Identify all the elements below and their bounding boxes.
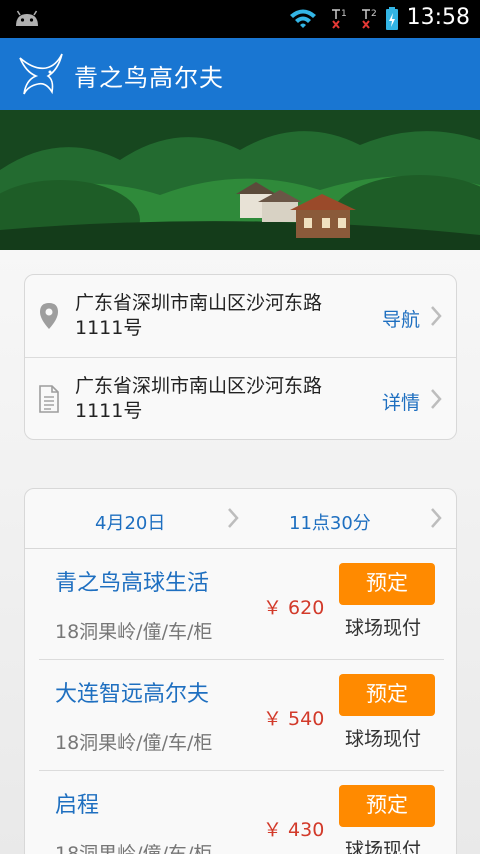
chevron-right-icon (431, 389, 442, 409)
banner-image (0, 110, 480, 250)
app-bar: 青之鸟高尔夫 (0, 38, 480, 110)
course-desc: 18洞果岭/僮/车/柜 (55, 843, 213, 854)
course-price: ￥ 430 (263, 819, 325, 841)
book-button[interactable]: 预定 (339, 674, 435, 716)
status-bar: 1 2 13:58 (0, 0, 480, 38)
navigate-link[interactable]: 导航 (382, 305, 420, 332)
sim2-label: 2 (371, 9, 377, 19)
status-time: 13:58 (406, 5, 470, 30)
time-picker[interactable]: 11点30分 (289, 509, 371, 535)
course-desc: 18洞果岭/僮/车/柜 (55, 621, 213, 643)
pay-method: 球场现付 (345, 617, 422, 639)
chevron-right-icon[interactable] (227, 507, 239, 529)
book-button[interactable]: 预定 (339, 785, 435, 827)
signal-2-icon: 2 (362, 9, 377, 29)
app-title: 青之鸟高尔夫 (74, 64, 224, 92)
pay-method: 球场现付 (345, 728, 422, 750)
pay-method: 球场现付 (345, 839, 422, 854)
detail-link[interactable]: 详情 (382, 388, 420, 415)
booking-card: 4月20日 11点30分 青之鸟高球生活 18洞果岭/僮/车/柜 ￥ 620 预… (24, 488, 457, 854)
course-name: 青之鸟高球生活 (55, 571, 210, 596)
document-icon (39, 385, 59, 413)
sim1-label: 1 (341, 9, 347, 19)
location-pin-icon (40, 303, 58, 329)
bird-logo-icon (19, 53, 63, 95)
signal-1-icon: 1 (332, 9, 347, 29)
course-price: ￥ 540 (263, 708, 325, 730)
chevron-right-icon[interactable] (430, 507, 442, 529)
course-price: ￥ 620 (263, 597, 325, 619)
list-item[interactable]: 青之鸟高球生活 18洞果岭/僮/车/柜 ￥ 620 预定 球场现付 (39, 549, 444, 660)
location-card: 广东省深圳市南山区沙河东路1111号 导航 广东省深圳市南山区沙河东路1111号… (24, 274, 457, 440)
address-text: 广东省深圳市南山区沙河东路1111号 (75, 292, 323, 339)
list-item[interactable]: 大连智远高尔夫 18洞果岭/僮/车/柜 ￥ 540 预定 球场现付 (39, 660, 444, 771)
android-icon (16, 10, 38, 26)
list-item[interactable]: 启程 18洞果岭/僮/车/柜 ￥ 430 预定 球场现付 (39, 771, 444, 854)
detail-text: 广东省深圳市南山区沙河东路1111号 (75, 375, 323, 422)
chevron-right-icon (431, 306, 442, 326)
course-desc: 18洞果岭/僮/车/柜 (55, 732, 213, 754)
address-row[interactable]: 广东省深圳市南山区沙河东路1111号 导航 (25, 275, 456, 358)
detail-row[interactable]: 广东省深圳市南山区沙河东路1111号 详情 (25, 358, 456, 441)
date-time-selector: 4月20日 11点30分 (25, 489, 456, 549)
date-picker[interactable]: 4月20日 (95, 509, 165, 535)
wifi-icon (290, 9, 316, 28)
course-name: 启程 (55, 793, 100, 818)
book-button[interactable]: 预定 (339, 563, 435, 605)
course-name: 大连智远高尔夫 (55, 682, 210, 707)
battery-charging-icon (386, 7, 398, 30)
